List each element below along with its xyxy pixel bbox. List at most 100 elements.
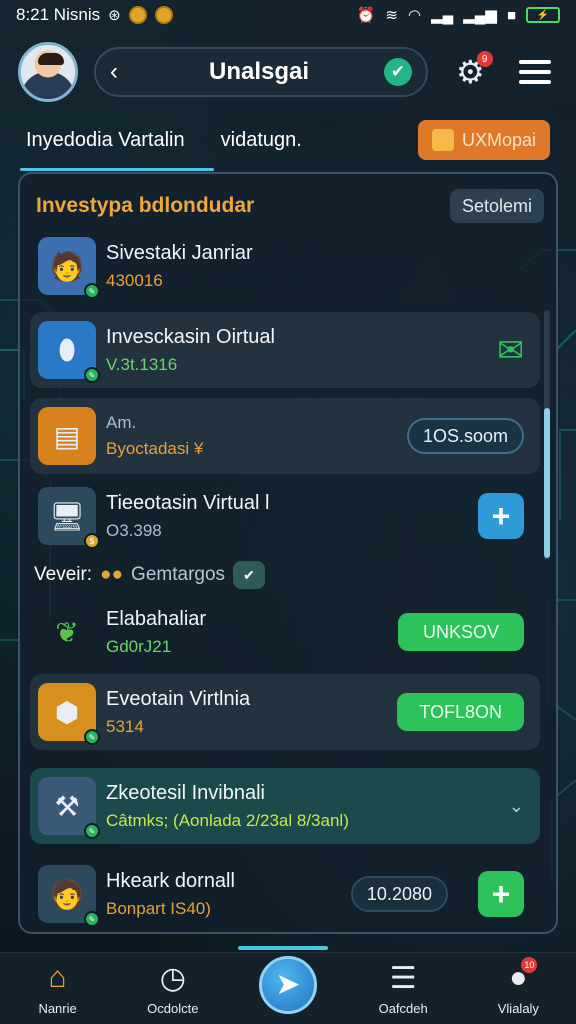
item-subtitle: 5314: [106, 716, 144, 736]
value-pill[interactable]: 1OS.soom: [406, 418, 524, 454]
nav-label: Ocdolcte: [147, 1001, 199, 1016]
nav-label: Nanrie: [38, 1001, 77, 1016]
section-filter: Gemtargos: [131, 564, 226, 585]
chevron-down-icon[interactable]: ⌄: [509, 796, 524, 817]
square-icon: ■: [506, 6, 516, 24]
nav-center[interactable]: ➤: [238, 955, 338, 1014]
list-item[interactable]: 🖥 $ Tieeotasin Virtual l O3.398 +: [30, 478, 540, 554]
verified-check-icon: ✔: [384, 58, 412, 86]
gear-icon[interactable]: ⚙ 9: [456, 51, 493, 91]
item-title: Tieeotasin Virtual l: [106, 491, 270, 514]
link-icon: ⊛: [108, 7, 121, 24]
bandage-icon: ⬮ ✎: [38, 321, 100, 383]
panel-title: Investypa bdlondudar: [36, 194, 255, 217]
item-title: Zkeotesil Invibnali: [106, 781, 265, 804]
timer-icon: ◷: [159, 961, 186, 995]
bottom-navigation: ⌂ Nanrie ◷ Ocdolcte ➤ ☰ Oafcdeh ● 10 Vli…: [0, 952, 576, 1024]
battery-icon: ⚡: [526, 7, 560, 23]
signal-icon: ▂▄▆: [463, 7, 497, 24]
status-bar: 8:21 Nisnis ⊛ ⏰ ≋ ◠ ▂▄ ▂▄▆ ■ ⚡: [0, 0, 576, 30]
active-tab-indicator: [20, 168, 214, 171]
status-badge: ✎: [84, 911, 100, 927]
item-subtitle: V.3t.1316: [106, 354, 178, 374]
item-title: Invesckasin Oirtual: [106, 325, 275, 348]
nav-home[interactable]: ⌂ Nanrie: [8, 961, 108, 1016]
item-title: Sivestaki Janriar: [106, 241, 253, 264]
notification-badge: 10: [521, 957, 538, 973]
action-button-label: UXMopai: [461, 129, 536, 150]
item-title: Am.: [106, 413, 137, 432]
chest-icon: ▤: [38, 407, 96, 465]
wifi-icon: ◠: [407, 7, 422, 24]
notification-badge: 9: [476, 51, 493, 67]
list-item[interactable]: ▤ Am. Byoctadasi ¥ 1OS.soom: [30, 398, 540, 474]
list-item[interactable]: ⬢ ✎ Eveotain Virtlnia 5314 TOFL8ON: [30, 674, 540, 750]
coins-icon: ●●: [100, 564, 124, 585]
signal-icon: ▂▄: [431, 7, 454, 24]
item-subtitle: Byoctadasi ¥: [106, 439, 204, 458]
send-icon[interactable]: ➤: [258, 955, 317, 1014]
tab-primary[interactable]: Inyedodia Vartalin: [26, 129, 185, 152]
back-icon[interactable]: ‹: [110, 58, 134, 86]
tab-secondary[interactable]: vidatugn.: [221, 129, 302, 152]
nav-label: Vlialaly: [497, 1001, 539, 1016]
chevron-down-icon[interactable]: ✔: [233, 561, 266, 589]
tab-bar: Inyedodia Vartalin vidatugn. UXMopai: [0, 116, 576, 164]
list-item[interactable]: 🧑 ✎ Hkeark dornall Bonpart IS40) 10.2080…: [30, 856, 540, 932]
status-badge: $: [84, 533, 100, 549]
panel-settings-button[interactable]: Setolemi: [449, 189, 544, 223]
status-badge: ✎: [84, 729, 100, 745]
list-icon: ☰: [389, 961, 417, 995]
section-label: Veveir:: [34, 564, 93, 585]
item-subtitle: O3.398: [106, 520, 162, 540]
list-item[interactable]: ⬮ ✎ Invesckasin Oirtual V.3t.1316 ✉: [30, 312, 540, 388]
home-icon: ⌂: [48, 961, 67, 994]
item-title: Elabahaliar: [106, 607, 207, 630]
coin-icon: [154, 6, 173, 24]
item-subtitle: Bonpart IS40): [106, 898, 211, 918]
app-header: ‹ Unalsgai ✔ ⚙ 9: [0, 34, 576, 110]
leaf-icon: ❦: [55, 616, 79, 648]
item-title: Hkeark dornall: [106, 869, 235, 892]
status-badge: ✎: [84, 367, 100, 383]
nav-list[interactable]: ☰ Oafcdeh: [353, 961, 453, 1017]
list-item[interactable]: 🧑 ✎ Sivestaki Janriar 430016: [30, 228, 540, 304]
nav-label: Oafcdeh: [378, 1001, 428, 1016]
nav-profile[interactable]: ● 10 Vlialaly: [468, 957, 568, 1016]
box-icon: [431, 129, 454, 151]
action-button[interactable]: TOFL8ON: [397, 693, 524, 731]
monitor-icon: 🖥 $: [38, 487, 100, 549]
item-title: Eveotain Virtlnia: [106, 687, 251, 710]
add-button[interactable]: +: [478, 493, 524, 539]
alarm-icon: ⏰: [356, 7, 376, 24]
status-badge: ✎: [84, 283, 100, 299]
panel-header: Investypa bdlondudar Setolemi: [36, 188, 544, 224]
action-button[interactable]: UXMopai: [417, 120, 550, 160]
profile-icon: ● 10: [509, 957, 538, 995]
active-nav-indicator: [238, 946, 328, 950]
list-item[interactable]: ⚒ ✎ Zkeotesil Invibnali Câtmks; (Aonlada…: [30, 768, 540, 844]
list-item[interactable]: ❦ Elabahaliar Gd0rJ21 UNKSOV: [30, 594, 540, 670]
handshake-icon[interactable]: ✉: [497, 331, 524, 369]
section-header: Veveir: ●● Gemtargos ✔: [34, 560, 266, 590]
item-subtitle: 430016: [106, 270, 163, 290]
tools-icon: ⚒ ✎: [38, 777, 100, 839]
person-icon: 🧑 ✎: [38, 237, 100, 299]
mute-icon: ≋: [385, 7, 398, 24]
title-bar: ‹ Unalsgai ✔: [94, 47, 428, 97]
status-time: 8:21 Nisnis: [16, 5, 101, 24]
add-button[interactable]: +: [478, 871, 524, 917]
terminal-icon: 🧑 ✎: [38, 865, 100, 927]
shield-icon: ⬢ ✎: [38, 683, 100, 745]
item-subtitle: Gd0rJ21: [106, 636, 172, 656]
status-badge: ✎: [84, 823, 100, 839]
page-title: Unalsgai: [208, 58, 310, 85]
scrollbar-thumb[interactable]: [544, 408, 550, 558]
hamburger-menu-icon[interactable]: [518, 60, 551, 84]
value-pill[interactable]: 10.2080: [350, 876, 448, 912]
coin-icon: [128, 6, 147, 24]
item-subtitle: Câtmks; (Aonlada 2/23al 8/3anl): [106, 810, 349, 830]
nav-timer[interactable]: ◷ Ocdolcte: [123, 961, 223, 1017]
avatar[interactable]: [18, 42, 78, 102]
action-button[interactable]: UNKSOV: [398, 613, 524, 651]
